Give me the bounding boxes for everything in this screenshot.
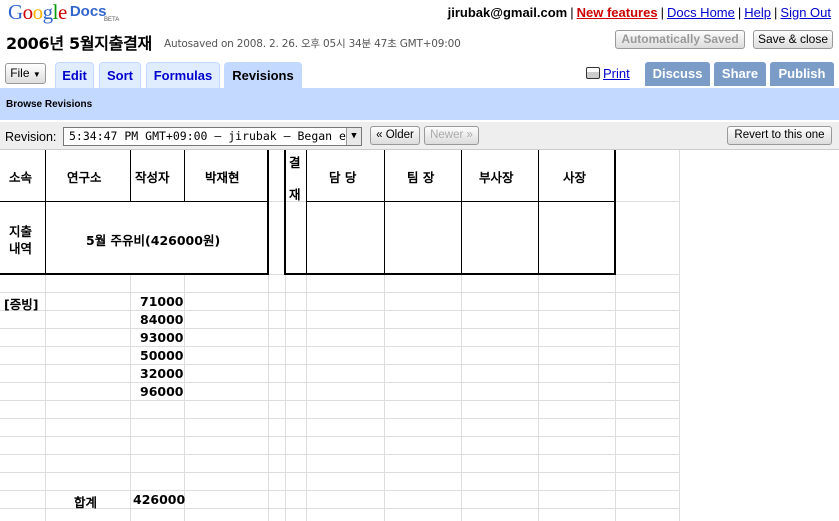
cell-amount[interactable]: 50000: [140, 348, 184, 363]
top-bar: Google Docs BETA jirubak@gmail.com | New fe…: [0, 0, 839, 28]
newer-revision-button[interactable]: Newer »: [424, 126, 479, 145]
table-border: [284, 273, 616, 275]
cell-author-name[interactable]: 박재현: [205, 167, 240, 186]
save-close-button[interactable]: Save & close: [753, 30, 833, 49]
tab-discuss[interactable]: Discuss: [645, 62, 710, 86]
cell-evidence-label[interactable]: [증빙]: [4, 294, 38, 313]
cell-team-lead[interactable]: 팀 장: [407, 167, 434, 186]
google-docs-logo[interactable]: Google Docs BETA: [8, 0, 119, 26]
gridline: [0, 346, 680, 347]
gridline: [0, 436, 680, 437]
gridline: [0, 418, 680, 419]
cell-total-value[interactable]: 426000: [133, 492, 185, 507]
document-title[interactable]: 2006년 5월지출결재: [6, 30, 152, 54]
tab-revisions[interactable]: Revisions: [224, 62, 302, 88]
table-border: [538, 150, 539, 274]
gridline: [679, 150, 680, 521]
gridline: [0, 490, 680, 491]
sign-out-link[interactable]: Sign Out: [780, 5, 831, 20]
table-border: [0, 201, 268, 202]
dropdown-arrow-icon: ▼: [32, 70, 41, 79]
cell-approval-2[interactable]: 재: [289, 184, 301, 203]
table-border: [306, 150, 307, 274]
help-link[interactable]: Help: [744, 5, 771, 20]
gridline: [0, 508, 680, 509]
file-menu-button[interactable]: File ▼: [5, 63, 46, 84]
table-border: [184, 150, 185, 201]
cell-amount[interactable]: 93000: [140, 330, 184, 345]
table-border: [384, 150, 385, 274]
gridline: [0, 328, 680, 329]
revision-select[interactable]: 5:34:47 PM GMT+09:00 – jirubak – Began e…: [63, 127, 362, 146]
table-border: [284, 150, 286, 275]
table-border: [0, 273, 269, 275]
tab-formulas[interactable]: Formulas: [146, 62, 220, 88]
tab-row: File ▼ Edit Sort Formulas Revisions Prin…: [0, 60, 839, 88]
tab-edit[interactable]: Edit: [55, 62, 94, 88]
cell-amount[interactable]: 96000: [140, 384, 184, 399]
cell-president[interactable]: 사장: [563, 167, 586, 186]
cell-amount[interactable]: 71000: [140, 294, 184, 309]
cell-institute[interactable]: 연구소: [67, 167, 102, 186]
new-features-link[interactable]: New features: [577, 5, 658, 20]
gridline: [0, 382, 680, 383]
cell-amount[interactable]: 32000: [140, 366, 184, 381]
browse-revisions-bar: Browse Revisions: [0, 88, 839, 120]
gridline: [0, 400, 680, 401]
logo-google: Google: [8, 0, 67, 24]
revert-button[interactable]: Revert to this one: [727, 126, 832, 145]
print-link[interactable]: Print: [586, 66, 630, 81]
cell-officer[interactable]: 담 당: [329, 167, 356, 186]
logo-docs: Docs: [69, 3, 107, 20]
gridline: [0, 454, 680, 455]
table-border: [267, 150, 269, 275]
tab-publish[interactable]: Publish: [770, 62, 834, 86]
tab-sort[interactable]: Sort: [99, 62, 141, 88]
table-border: [461, 150, 462, 274]
gridline: [0, 310, 680, 311]
table-border: [306, 201, 615, 202]
revision-bar: Revision: 5:34:47 PM GMT+09:00 – jirubak…: [0, 122, 839, 150]
print-label: Print: [603, 66, 630, 81]
automatically-saved-button[interactable]: Automatically Saved: [615, 30, 745, 49]
cell-amount[interactable]: 84000: [140, 312, 184, 327]
table-border: [614, 150, 616, 275]
cell-vice-president[interactable]: 부사장: [479, 167, 514, 186]
revision-label: Revision:: [5, 130, 57, 144]
title-row: 2006년 5월지출결재 Autosaved on 2008. 2. 26. 오…: [0, 30, 839, 56]
gridline: [0, 292, 680, 293]
file-label: File: [10, 66, 30, 80]
cell-detail-description[interactable]: 5월 주유비(426000원): [86, 230, 220, 249]
revision-selected-value: 5:34:47 PM GMT+09:00 – jirubak – Began e…: [69, 129, 353, 143]
cell-author[interactable]: 작성자: [135, 167, 170, 186]
spreadsheet-grid[interactable]: 소속 연구소 작성자 박재현 결 재 담 당 팀 장 부사장 사장 지출 내역 …: [0, 150, 839, 521]
select-arrow-icon: ▼: [346, 128, 361, 145]
older-revision-button[interactable]: « Older: [370, 126, 420, 145]
cell-affiliation[interactable]: 소속: [9, 167, 32, 186]
cell-approval-1[interactable]: 결: [289, 152, 301, 171]
table-border: [45, 150, 46, 274]
printer-icon: [586, 67, 600, 79]
logo-beta: BETA: [104, 17, 120, 23]
cell-detail-label-2[interactable]: 내역: [9, 238, 32, 257]
gridline: [0, 364, 680, 365]
user-links: jirubak@gmail.com | New features | Docs Home…: [447, 5, 831, 20]
browse-revisions-title: Browse Revisions: [6, 99, 93, 110]
tab-share[interactable]: Share: [714, 62, 766, 86]
table-border: [130, 150, 131, 201]
user-email: jirubak@gmail.com: [447, 5, 568, 20]
gridline: [0, 472, 680, 473]
docs-home-link[interactable]: Docs Home: [667, 5, 735, 20]
cell-total-label[interactable]: 합계: [74, 492, 97, 511]
autosave-status: Autosaved on 2008. 2. 26. 오후 05시 34분 47초…: [164, 38, 461, 50]
